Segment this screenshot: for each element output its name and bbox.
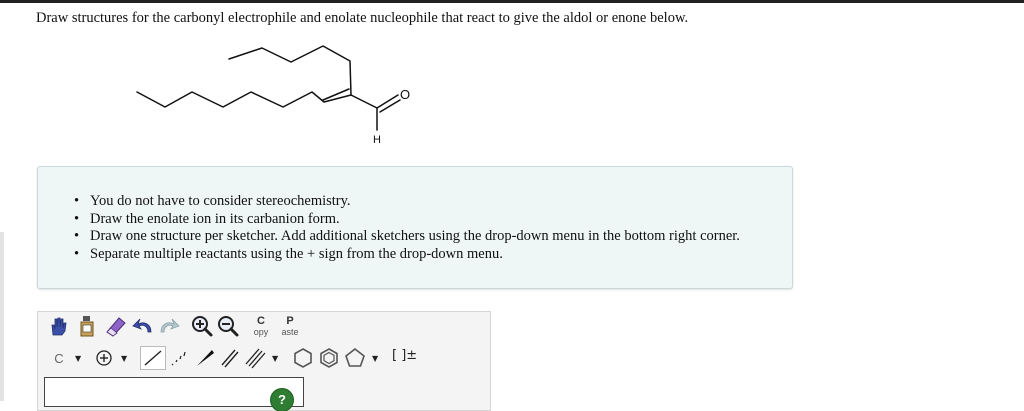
erase-bottle-icon[interactable] (76, 314, 98, 338)
copy-button[interactable]: C opy (250, 316, 272, 338)
co-bond-1 (376, 94, 399, 109)
oxygen-label: O (400, 87, 410, 102)
instructions-list: • You do not have to consider stereochemi… (74, 193, 740, 263)
element-carbon-button[interactable]: C (46, 347, 72, 369)
hydrogen-label: H (373, 134, 381, 146)
redo-icon[interactable] (157, 316, 181, 336)
bond-dropdown-icon[interactable]: ▼ (272, 354, 278, 363)
instructions-box: • You do not have to consider stereochemi… (37, 166, 793, 289)
charge-plus-icon[interactable] (95, 349, 113, 367)
eraser-icon[interactable] (104, 314, 128, 338)
paste-button[interactable]: P aste (278, 316, 302, 338)
co-bond-2 (379, 99, 401, 113)
undo-icon[interactable] (131, 316, 155, 336)
double-bond-icon[interactable] (219, 347, 241, 369)
lower-alkyl-chain (136, 91, 352, 108)
triple-bond-icon[interactable] (244, 347, 268, 369)
bullet-icon: • (74, 193, 80, 209)
wedge-bond-icon[interactable] (194, 347, 216, 369)
cyclopentane-ring-icon[interactable] (344, 347, 366, 369)
bullet-icon: • (74, 245, 80, 262)
upper-alkyl-chain (228, 45, 352, 96)
single-bond-icon[interactable] (140, 346, 166, 370)
instruction-item: • Draw the enolate ion in its carbanion f… (74, 210, 340, 227)
instruction-item: • Draw one structure per sketcher. Add ad… (74, 228, 740, 244)
ring-dropdown-icon[interactable]: ▼ (372, 354, 378, 363)
zoom-in-icon[interactable] (190, 314, 214, 338)
hand-tool-icon[interactable] (47, 315, 69, 337)
molecule-structure: O H (136, 45, 410, 146)
bracket-charge-button[interactable]: [ ]± (392, 348, 417, 363)
zoom-out-icon[interactable] (216, 314, 240, 338)
instruction-item: • You do not have to consider stereochemi… (74, 193, 351, 209)
bullet-icon: • (74, 210, 80, 227)
element-dropdown-icon[interactable]: ▼ (75, 354, 81, 363)
bullet-icon: • (74, 228, 80, 244)
help-button[interactable]: ? (271, 389, 293, 411)
sketch-canvas[interactable] (44, 377, 304, 407)
benzene-ring-icon[interactable] (318, 347, 340, 369)
charge-dropdown-icon[interactable]: ▼ (121, 354, 127, 363)
hashed-bond-icon[interactable] (168, 347, 190, 369)
instruction-item: • Separate multiple reactants using the +… (74, 245, 503, 262)
cyclohexane-ring-icon[interactable] (292, 347, 314, 369)
page-edge (0, 232, 4, 401)
alpha-bond (350, 94, 378, 109)
